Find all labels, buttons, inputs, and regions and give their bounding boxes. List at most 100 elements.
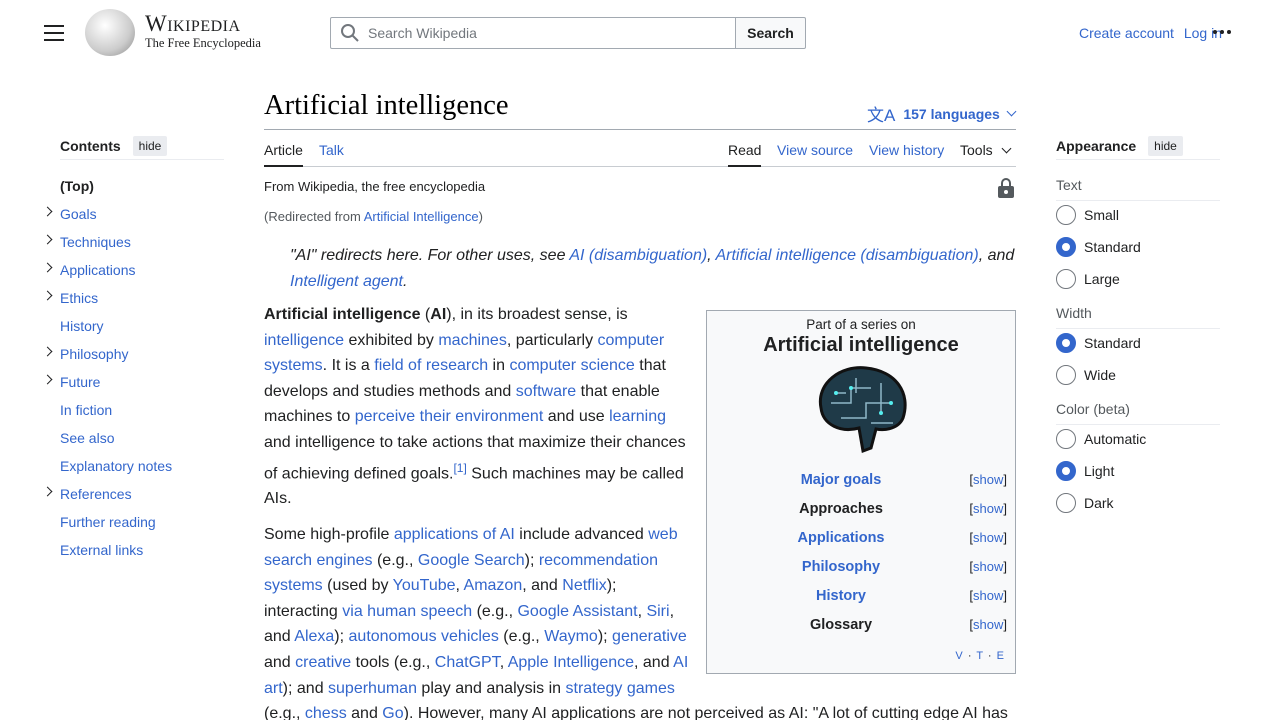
show-toggle[interactable]: [show] [969,617,1007,632]
language-selector[interactable]: 文A 157 languages [867,101,1017,126]
toc-item[interactable]: Techniques [42,234,131,254]
article-link[interactable]: AI [673,654,688,671]
wikipedia-wordmark[interactable]: Wikipedia The Free Encyclopedia [145,12,261,51]
radio-option[interactable]: Wide [1056,365,1116,385]
tab-read[interactable]: Read [728,142,762,167]
show-link[interactable]: show [973,530,1003,545]
chevron-right-icon[interactable] [42,346,53,357]
toc-item[interactable]: History [60,318,104,338]
lock-icon[interactable] [998,178,1014,198]
navbox-row-label[interactable]: Major goals [707,472,975,488]
toc-item[interactable]: In fiction [60,402,112,422]
radio-option[interactable]: Small [1056,205,1119,225]
article-link[interactable]: Alexa [294,628,334,645]
radio-option[interactable]: Standard [1056,237,1141,257]
tab-article[interactable]: Article [264,142,303,167]
radio-option[interactable]: Dark [1056,493,1114,513]
chevron-right-icon[interactable] [42,234,53,245]
tab-view-source[interactable]: View source [777,142,853,167]
radio-option[interactable]: Large [1056,269,1120,289]
chevron-right-icon[interactable] [42,262,53,273]
toc-item[interactable]: External links [60,542,143,562]
show-link[interactable]: show [973,617,1003,632]
toc-item[interactable]: (Top) [60,178,94,198]
create-account-link[interactable]: Create account [1079,25,1174,41]
toc-item[interactable]: Philosophy [42,346,129,366]
radio-button[interactable] [1056,205,1076,225]
show-link[interactable]: show [973,588,1003,603]
article-link[interactable]: art [264,680,283,697]
article-link[interactable]: intelligence [264,332,344,349]
wikipedia-globe-logo[interactable] [85,9,135,56]
article-link[interactable]: perceive their environment [355,408,544,425]
tab-talk[interactable]: Talk [319,142,344,167]
article-link[interactable]: Google Assistant [517,603,637,620]
radio-button[interactable] [1056,333,1076,353]
show-link[interactable]: show [973,501,1003,516]
radio-option[interactable]: Standard [1056,333,1141,353]
show-toggle[interactable]: [show] [969,559,1007,574]
hide-appearance-button[interactable]: hide [1148,136,1183,156]
chevron-right-icon[interactable] [42,486,53,497]
radio-option[interactable]: Automatic [1056,429,1146,449]
chevron-right-icon[interactable] [42,206,53,217]
redirect-link[interactable]: Artificial Intelligence [364,209,479,224]
search-button[interactable]: Search [735,17,806,49]
navbox-row-label[interactable]: History [707,588,975,604]
article-link[interactable]: search engines [264,552,373,569]
article-link[interactable]: Siri [646,603,669,620]
article-link[interactable]: Artificial intelligence (disambiguation) [715,247,978,264]
navbox-row-label[interactable]: Philosophy [707,559,975,575]
tab-view-history[interactable]: View history [869,142,944,167]
article-link[interactable]: computer science [509,357,634,374]
article-link[interactable]: Amazon [464,577,523,594]
toc-item[interactable]: Explanatory notes [60,458,172,478]
article-link[interactable]: AI (disambiguation) [569,247,707,264]
radio-button[interactable] [1056,365,1076,385]
article-link[interactable]: machines [438,332,506,349]
article-link[interactable]: recommendation [539,552,658,569]
article-link[interactable]: Waymo [544,628,598,645]
article-link[interactable]: systems [264,357,323,374]
article-link[interactable]: Apple Intelligence [508,654,634,671]
article-link[interactable]: web [648,526,677,543]
article-link[interactable]: systems [264,577,323,594]
toc-item[interactable]: References [42,486,132,506]
article-link[interactable]: Netflix [562,577,606,594]
search-input[interactable] [368,25,708,41]
article-link[interactable]: autonomous vehicles [349,628,499,645]
article-link[interactable]: via human speech [342,603,472,620]
show-toggle[interactable]: [show] [969,472,1007,487]
talk-template-link[interactable]: T [976,650,984,662]
article-link[interactable]: generative [612,628,687,645]
show-toggle[interactable]: [show] [969,588,1007,603]
article-link[interactable]: ChatGPT [435,654,500,671]
article-link[interactable]: chess [305,705,347,720]
article-link[interactable]: applications of AI [394,526,515,543]
edit-template-link[interactable]: E [997,650,1005,662]
more-options-icon[interactable] [1213,30,1231,34]
article-link[interactable]: field of research [374,357,488,374]
radio-button[interactable] [1056,493,1076,513]
radio-button[interactable] [1056,237,1076,257]
radio-button[interactable] [1056,429,1076,449]
chevron-right-icon[interactable] [42,290,53,301]
radio-option[interactable]: Light [1056,461,1114,481]
chevron-right-icon[interactable] [42,374,53,385]
article-link[interactable]: learning [609,408,666,425]
article-link[interactable]: YouTube [393,577,456,594]
radio-button[interactable] [1056,461,1076,481]
article-link[interactable]: Google Search [418,552,525,569]
toc-item[interactable]: Future [42,374,100,394]
show-toggle[interactable]: [show] [969,501,1007,516]
show-link[interactable]: show [973,472,1003,487]
article-link[interactable]: Intelligent agent [290,273,403,290]
navbox-row-label[interactable]: Applications [707,530,975,546]
toc-item[interactable]: Goals [42,206,97,226]
toc-item[interactable]: See also [60,430,114,450]
toc-item[interactable]: Ethics [42,290,98,310]
show-toggle[interactable]: [show] [969,530,1007,545]
article-link[interactable]: Go [382,705,403,720]
toc-item[interactable]: Applications [42,262,136,282]
tools-menu[interactable]: Tools [960,142,1012,167]
